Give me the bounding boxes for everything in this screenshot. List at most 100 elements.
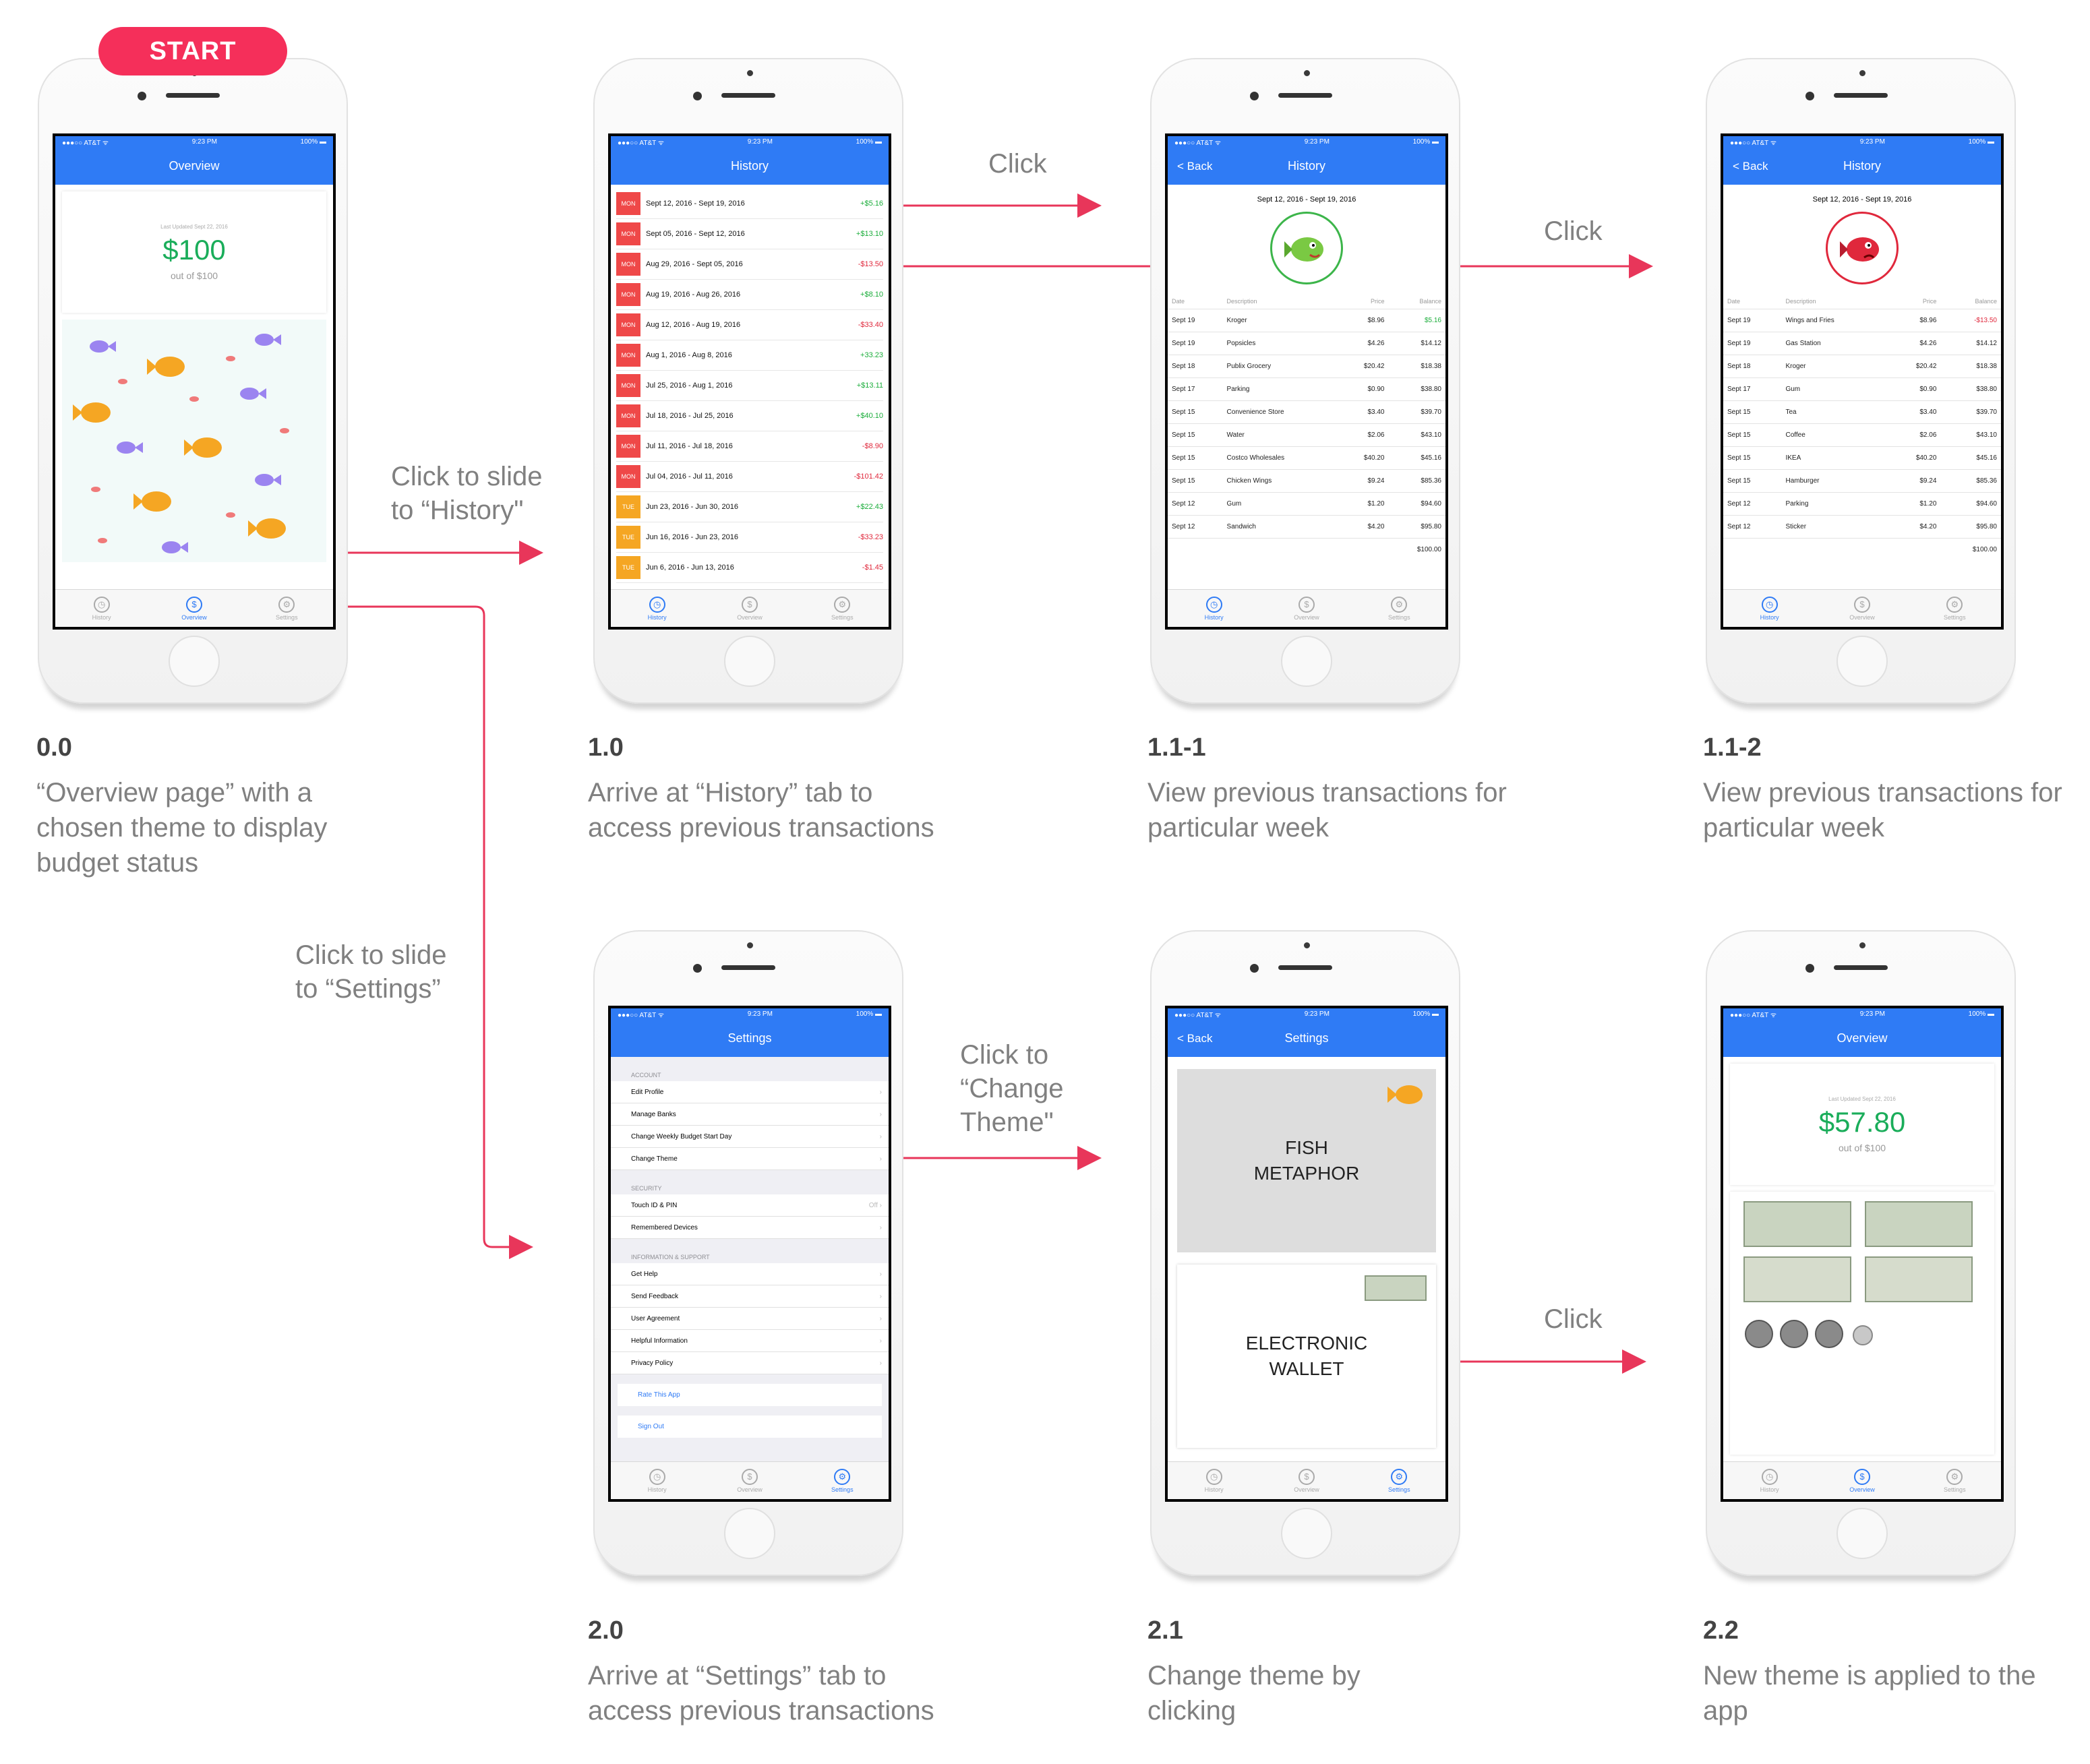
setting-touch-id[interactable]: Touch ID & PIN Off › [611,1194,889,1217]
week-balance: -$33.40 [858,321,883,329]
tab-overview[interactable]: $ Overview [703,1462,796,1499]
history-row[interactable]: TUE Jun 6, 2016 - Jun 13, 2016 -$1.45 [616,553,883,583]
table-cell: $2.06 [1887,423,1941,447]
history-row[interactable]: MON Aug 19, 2016 - Aug 26, 2016 +$8.10 [616,280,883,310]
setting-remembered-devices[interactable]: Remembered Devices › [611,1217,889,1239]
history-row[interactable]: MON Aug 1, 2016 - Aug 8, 2016 +33.23 [616,340,883,371]
week-balance: +$8.10 [860,291,883,299]
table-cell: Sept 19 [1168,332,1223,355]
nav-bar: Overview [55,148,333,185]
chevron-right-icon: › [879,1155,882,1163]
setting-privacy-policy[interactable]: Privacy Policy › [611,1352,889,1374]
setting-helpful-info[interactable]: Helpful Information › [611,1330,889,1352]
day-badge: TUE [616,526,640,549]
history-row[interactable]: MON Sept 05, 2016 - Sept 12, 2016 +$13.10 [616,219,883,249]
flow-label-click-2: Click [1544,216,1603,246]
setting-manage-banks[interactable]: Manage Banks › [611,1103,889,1126]
table-cell: Gas Station [1781,332,1888,355]
tab-overview[interactable]: $ Overview [148,590,240,627]
table-row: Sept 12 Sticker $4.20 $95.80 [1723,515,2001,539]
budget-out-of: out of $100 [1838,1142,1886,1153]
column-header: Price [1338,294,1389,309]
step-number: 0.0 [36,733,72,762]
tab-settings[interactable]: ⚙ Settings [1909,590,2001,627]
table-cell: Sept 17 [1168,377,1223,401]
table-cell: Sept 15 [1723,400,1782,424]
history-row[interactable]: MON Jul 11, 2016 - Jul 18, 2016 -$8.90 [616,431,883,462]
tab-overview[interactable]: $ Overview [1260,590,1352,627]
week-range: Sept 12, 2016 - Sept 19, 2016 [1257,195,1356,204]
column-header: Description [1781,294,1888,309]
day-badge: MON [616,344,640,367]
back-button[interactable]: < Back [1177,1032,1212,1045]
screen-new-theme: ●●●○○ AT&T ᯤ 9:23 PM 100% ▬ Overview Last … [1721,1006,2004,1502]
step-caption: View previous transactions for particula… [1147,778,1507,843]
table-row: Sept 15 Coffee $2.06 $43.10 [1723,423,2001,447]
table-cell: $85.36 [1388,469,1445,493]
setting-user-agreement[interactable]: User Agreement › [611,1308,889,1330]
tab-settings[interactable]: ⚙ Settings [241,590,333,627]
week-range: Aug 1, 2016 - Aug 8, 2016 [646,351,732,359]
history-row[interactable]: MON Jul 04, 2016 - Jul 11, 2016 -$101.42 [616,462,883,492]
home-button [724,1508,775,1559]
week-range: Jun 16, 2016 - Jun 23, 2016 [646,533,738,541]
history-row[interactable]: MON Sept 12, 2016 - Sept 19, 2016 +$5.16 [616,189,883,219]
theme-option-wallet[interactable]: ELECTRONIC WALLET [1177,1265,1436,1448]
sign-out-button[interactable]: Sign Out [618,1416,882,1438]
tab-settings[interactable]: ⚙ Settings [1353,1462,1445,1499]
week-range: Aug 19, 2016 - Aug 26, 2016 [646,291,741,299]
tab-settings[interactable]: ⚙ Settings [1909,1462,2001,1499]
tab-settings[interactable]: ⚙ Settings [1353,590,1445,627]
table-cell: Costco Wholesales [1222,446,1338,470]
table-cell: Sept 15 [1168,469,1223,493]
table-cell: Publix Grocery [1222,355,1338,378]
history-row[interactable]: MON Aug 29, 2016 - Sept 05, 2016 -$13.50 [616,249,883,280]
table-cell: $2.06 [1338,423,1389,447]
setting-get-help[interactable]: Get Help › [611,1263,889,1285]
rate-app-button[interactable]: Rate This App [618,1384,882,1406]
tab-history[interactable]: ◷ History [1723,1462,1816,1499]
back-button[interactable]: < Back [1733,160,1768,173]
tab-history[interactable]: ◷ History [1168,1462,1260,1499]
section-info: INFORMATION & SUPPORT [611,1239,889,1263]
day-badge: MON [616,404,640,427]
table-header: Date Description Price Balance [1168,294,1445,309]
table-cell: Sept 12 [1168,515,1223,539]
history-row[interactable]: MON Jul 25, 2016 - Aug 1, 2016 +$13.11 [616,371,883,401]
setting-budget-start-day[interactable]: Change Weekly Budget Start Day › [611,1126,889,1148]
phone-theme-select: ●●●○○ AT&T ᯤ 9:23 PM 100% ▬ < Back Settings… [1150,930,1460,1576]
tab-history[interactable]: ◷ History [55,590,148,627]
back-button[interactable]: < Back [1177,160,1212,173]
phone-settings: ●●●○○ AT&T ᯤ 9:23 PM 100% ▬ Settings ACCOU… [593,930,903,1576]
history-row[interactable]: TUE Jun 23, 2016 - Jun 30, 2016 +$22.43 [616,492,883,522]
history-row[interactable]: TUE Jun 16, 2016 - Jun 23, 2016 -$33.23 [616,522,883,553]
table-cell: $18.38 [1940,355,2001,378]
tab-settings[interactable]: ⚙ Settings [796,590,889,627]
wallet-view [1730,1192,1994,1455]
history-row[interactable]: MON Aug 12, 2016 - Aug 19, 2016 -$33.40 [616,310,883,340]
setting-change-theme[interactable]: Change Theme › [611,1148,889,1170]
table-cell: Sticker [1781,515,1888,539]
setting-edit-profile[interactable]: Edit Profile › [611,1081,889,1103]
tab-history[interactable]: ◷ History [611,1462,703,1499]
nav-title: History [1287,159,1325,173]
tab-settings[interactable]: ⚙ Settings [796,1462,889,1499]
tab-overview[interactable]: $ Overview [1260,1462,1352,1499]
tab-history[interactable]: ◷ History [1723,590,1816,627]
theme-option-fish[interactable]: FISH METAPHOR [1177,1069,1436,1252]
table-cell: $1.20 [1887,492,1941,516]
step-caption: Arrive at “Settings” tab to access previ… [588,1661,934,1726]
tab-history[interactable]: ◷ History [1168,590,1260,627]
tab-overview[interactable]: $ Overview [1816,590,1908,627]
tab-overview[interactable]: $ Overview [703,590,796,627]
history-row[interactable]: MON Jul 18, 2016 - Jul 25, 2016 +$40.10 [616,401,883,431]
flow-label-slide-history: Click to slide to “History" [391,462,543,525]
dollar-icon: $ [1853,596,1870,613]
nav-title: Settings [727,1031,772,1045]
table-cell: Sept 15 [1168,446,1223,470]
transactions-table: Date Description Price Balance Sept 19 Kroger… [1168,294,1445,561]
tab-overview[interactable]: $ Overview [1816,1462,1908,1499]
tab-history[interactable]: ◷ History [611,590,703,627]
day-badge: MON [616,374,640,397]
setting-send-feedback[interactable]: Send Feedback › [611,1285,889,1308]
